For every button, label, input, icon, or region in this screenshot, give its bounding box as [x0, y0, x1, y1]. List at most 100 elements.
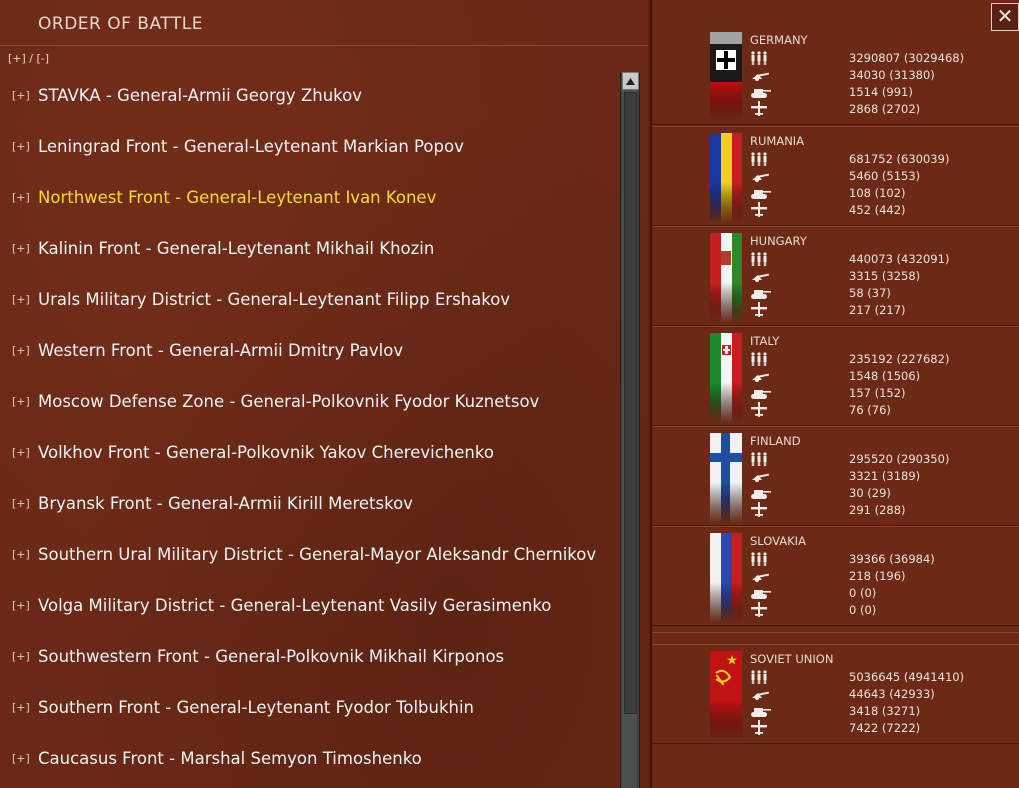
artillery-icon — [750, 686, 770, 702]
artillery-icon — [750, 368, 770, 384]
hungary-flag — [710, 233, 742, 323]
stat-row: 2868 (2702) — [750, 101, 1010, 118]
oob-row[interactable]: [+] Southern Ural Military District - Gen… — [0, 529, 618, 580]
stat-row: 218 (196) — [750, 568, 1010, 585]
stat-value: 3315 (3258) — [849, 269, 921, 283]
stat-value: 217 (217) — [849, 303, 906, 317]
oob-row[interactable]: [+] Volkhov Front - General-Polkovnik Yak… — [0, 427, 618, 478]
expand-toggle[interactable]: [+] — [12, 395, 30, 408]
stat-row: 1514 (991) — [750, 84, 1010, 101]
expand-collapse-all-toggle[interactable]: [+] / [-] — [8, 52, 49, 65]
oob-row[interactable]: [+] STAVKA - General-Armii Georgy Zhukov — [0, 70, 618, 121]
tank-icon — [750, 285, 771, 301]
expand-toggle[interactable]: [+] — [12, 650, 30, 663]
stat-value: 295520 (290350) — [849, 452, 950, 466]
stat-value: 0 (0) — [849, 586, 877, 600]
oob-command-label[interactable]: Urals Military District - General-Leyten… — [38, 290, 510, 309]
artillery-icon — [750, 468, 770, 484]
infantry-icon — [750, 251, 770, 267]
oob-row[interactable]: [+] Urals Military District - General-Ley… — [0, 274, 618, 325]
oob-command-label[interactable]: STAVKA - General-Armii Georgy Zhukov — [38, 86, 362, 105]
expand-toggle[interactable]: [+] — [12, 548, 30, 561]
nation-block: GERMANY 3290807 (3029468) 34030 (31380) … — [652, 26, 1019, 125]
stat-value: 2868 (2702) — [849, 102, 921, 116]
oob-command-label[interactable]: Kalinin Front - General-Leytenant Mikhai… — [38, 239, 434, 258]
stat-row: 34030 (31380) — [750, 67, 1010, 84]
oob-command-label[interactable]: Caucasus Front - Marshal Semyon Timoshen… — [38, 749, 422, 768]
stat-value: 681752 (630039) — [849, 152, 950, 166]
expand-toggle[interactable]: [+] — [12, 242, 30, 255]
oob-row[interactable]: [+] Moscow Defense Zone - General-Polkovn… — [0, 376, 618, 427]
stat-row: 0 (0) — [750, 585, 1010, 602]
oob-command-label[interactable]: Western Front - General-Armii Dmitry Pav… — [38, 341, 403, 360]
scroll-up-button[interactable] — [622, 72, 639, 90]
scroll-thumb[interactable] — [624, 92, 637, 714]
oob-command-label[interactable]: Bryansk Front - General-Armii Kirill Mer… — [38, 494, 413, 513]
aircraft-icon — [750, 101, 770, 117]
tank-icon — [750, 385, 771, 401]
nation-name: GERMANY — [750, 33, 808, 47]
expand-toggle[interactable]: [+] — [12, 701, 30, 714]
stat-value: 5036645 (4941410) — [849, 670, 965, 684]
stat-value: 39366 (36984) — [849, 552, 935, 566]
expand-toggle[interactable]: [+] — [12, 140, 30, 153]
stat-row: 58 (37) — [750, 285, 1010, 302]
aircraft-icon — [750, 202, 770, 218]
oob-command-label[interactable]: Southern Front - General-Leytenant Fyodo… — [38, 698, 474, 717]
infantry-icon — [750, 551, 770, 567]
stat-row: 108 (102) — [750, 185, 1010, 202]
oob-command-label[interactable]: Leningrad Front - General-Leytenant Mark… — [38, 137, 464, 156]
stat-row: 5460 (5153) — [750, 168, 1010, 185]
oob-command-label[interactable]: Southern Ural Military District - Genera… — [38, 545, 596, 564]
oob-command-label[interactable]: Moscow Defense Zone - General-Polkovnik … — [38, 392, 539, 411]
aircraft-icon — [750, 720, 770, 736]
tank-icon — [750, 84, 771, 100]
oob-row[interactable]: [+] Western Front - General-Armii Dmitry … — [0, 325, 618, 376]
expand-toggle[interactable]: [+] — [12, 599, 30, 612]
expand-toggle[interactable]: [+] — [12, 89, 30, 102]
oob-command-label[interactable]: Northwest Front - General-Leytenant Ivan… — [38, 188, 436, 207]
oob-row[interactable]: [+] Caucasus Front - Marshal Semyon Timos… — [0, 733, 618, 784]
infantry-icon — [750, 669, 770, 685]
stat-value: 5460 (5153) — [849, 169, 921, 183]
stat-row: 76 (76) — [750, 402, 1010, 419]
oob-row[interactable]: [+] Southern Front - General-Leytenant Fy… — [0, 682, 618, 733]
oob-row[interactable]: [+] Southwestern Front - General-Polkovni… — [0, 631, 618, 682]
stat-row: 3321 (3189) — [750, 468, 1010, 485]
expand-toggle[interactable]: [+] — [12, 446, 30, 459]
stat-row: 39366 (36984) — [750, 551, 1010, 568]
expand-toggle[interactable]: [+] — [12, 293, 30, 306]
slovakia-flag — [710, 533, 742, 623]
stat-value: 440073 (432091) — [849, 252, 950, 266]
expand-toggle[interactable]: [+] — [12, 344, 30, 357]
nation-block: RUMANIA 681752 (630039) 5460 (5153) 108 … — [652, 126, 1019, 226]
stat-row: 1548 (1506) — [750, 368, 1010, 385]
nation-name: SLOVAKIA — [750, 534, 806, 548]
tank-icon — [750, 485, 771, 501]
stat-value: 1548 (1506) — [849, 369, 921, 383]
oob-command-label[interactable]: Southwestern Front - General-Polkovnik M… — [38, 647, 504, 666]
oob-command-label[interactable]: Volga Military District - General-Leyten… — [38, 596, 551, 615]
nations-panel: ✕ GERMANY 3290807 (3029468) 34030 (31380… — [650, 0, 1019, 788]
arrow-up-icon — [626, 77, 635, 85]
rumania-flag — [710, 133, 742, 223]
stat-value: 0 (0) — [849, 603, 877, 617]
stat-value: 218 (196) — [849, 569, 906, 583]
nation-block: SOVIET UNION 5036645 (4941410) 44643 (42… — [652, 644, 1019, 744]
oob-row[interactable]: [+] Bryansk Front - General-Armii Kirill … — [0, 478, 618, 529]
window-title: ORDER OF BATTLE — [38, 14, 203, 34]
oob-scrollbar[interactable] — [620, 72, 640, 788]
oob-command-label[interactable]: Volkhov Front - General-Polkovnik Yakov … — [38, 443, 494, 462]
oob-row[interactable]: [+] Northwest Front - General-Leytenant I… — [0, 172, 618, 223]
stat-value: 76 (76) — [849, 403, 891, 417]
expand-toggle[interactable]: [+] — [12, 497, 30, 510]
oob-row[interactable]: [+] Leningrad Front - General-Leytenant M… — [0, 121, 618, 172]
oob-row[interactable]: [+] Volga Military District - General-Ley… — [0, 580, 618, 631]
oob-row[interactable]: [+] Kalinin Front - General-Leytenant Mik… — [0, 223, 618, 274]
expand-toggle[interactable]: [+] — [12, 191, 30, 204]
expand-toggle[interactable]: [+] — [12, 752, 30, 765]
artillery-icon — [750, 268, 770, 284]
stat-row: 235192 (227682) — [750, 351, 1010, 368]
stat-row: 3290807 (3029468) — [750, 50, 1010, 67]
order-of-battle-panel: ORDER OF BATTLE [+] / [-] [+] STAVKA - Ge… — [0, 0, 648, 788]
